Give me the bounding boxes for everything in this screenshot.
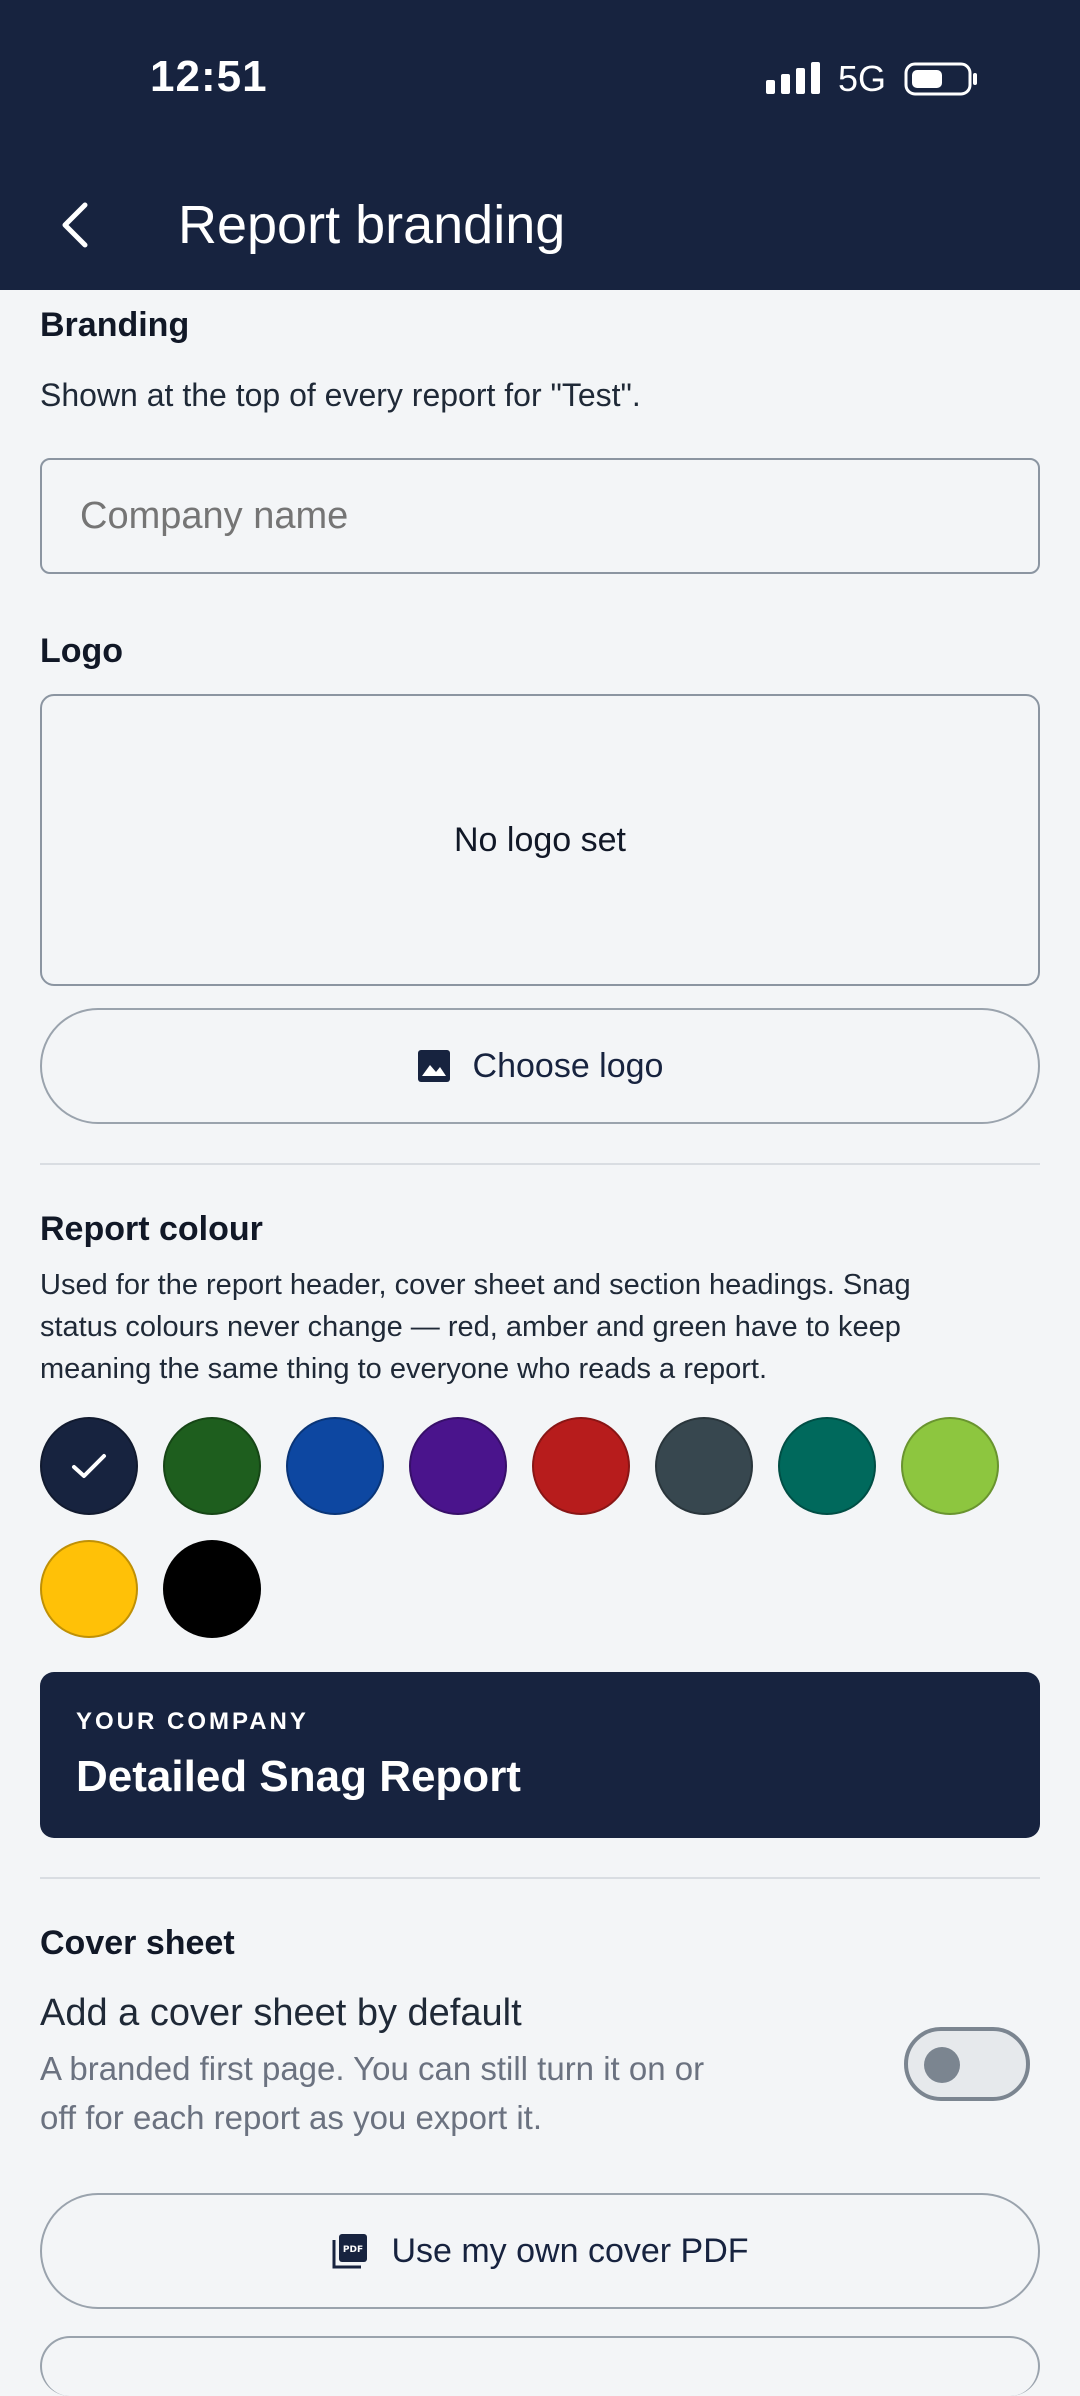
use-own-cover-pdf-label: Use my own cover PDF [391,2231,749,2270]
colour-swatch-red[interactable] [532,1417,630,1515]
colour-swatch-green[interactable] [163,1417,261,1515]
divider [40,1163,1040,1165]
colour-swatch-purple[interactable] [409,1417,507,1515]
colour-swatch-teal[interactable] [778,1417,876,1515]
image-icon [417,1050,450,1082]
preview-company-label: YOUR COMPANY [76,1708,309,1735]
chevron-left-icon [62,202,88,248]
choose-logo-button[interactable]: Choose logo [40,1008,1040,1124]
colour-swatch-lime[interactable] [901,1417,999,1515]
colour-swatch-amber[interactable] [40,1540,138,1638]
page-title: Report branding [178,195,566,255]
pdf-icon: PDF [332,2234,368,2269]
colour-swatch-black[interactable] [163,1540,261,1638]
colour-swatch-navy[interactable] [40,1417,138,1515]
status-bar: 12:51 5G [0,0,1080,160]
colour-swatch-blue[interactable] [286,1417,384,1515]
back-button[interactable] [40,190,110,260]
svg-text:PDF: PDF [343,2245,363,2255]
divider [40,1877,1040,1879]
cover-sheet-heading: Cover sheet [40,1924,235,1962]
colour-swatch-slate[interactable] [655,1417,753,1515]
report-colour-heading: Report colour [40,1210,263,1248]
branding-heading: Branding [40,306,190,344]
app-bar: Report branding [0,160,1080,290]
signal-icon [766,62,820,94]
logo-heading: Logo [40,632,124,670]
network-type: 5G [838,58,887,99]
use-own-cover-pdf-button[interactable]: PDF Use my own cover PDF [40,2193,1040,2309]
logo-preview-box: No logo set [40,694,1040,986]
no-logo-text: No logo set [454,820,626,859]
report-colour-description: Used for the report header, cover sheet … [40,1269,911,1385]
company-name-input[interactable] [40,458,1040,574]
report-header-preview: YOUR COMPANY Detailed Snag Report [40,1672,1040,1838]
cover-toggle-label: Add a cover sheet by default [40,1992,522,2034]
check-icon [72,1454,106,1478]
battery-icon [904,62,977,96]
cover-sheet-toggle[interactable] [904,2027,1030,2101]
choose-logo-label: Choose logo [472,1046,664,1085]
cover-toggle-description: A branded first page. You can still turn… [40,2050,705,2136]
status-time: 12:51 [150,52,268,101]
next-button-partial[interactable] [40,2336,1040,2396]
branding-description: Shown at the top of every report for "Te… [40,377,641,413]
toggle-knob [924,2047,960,2083]
preview-report-title: Detailed Snag Report [76,1752,521,1801]
